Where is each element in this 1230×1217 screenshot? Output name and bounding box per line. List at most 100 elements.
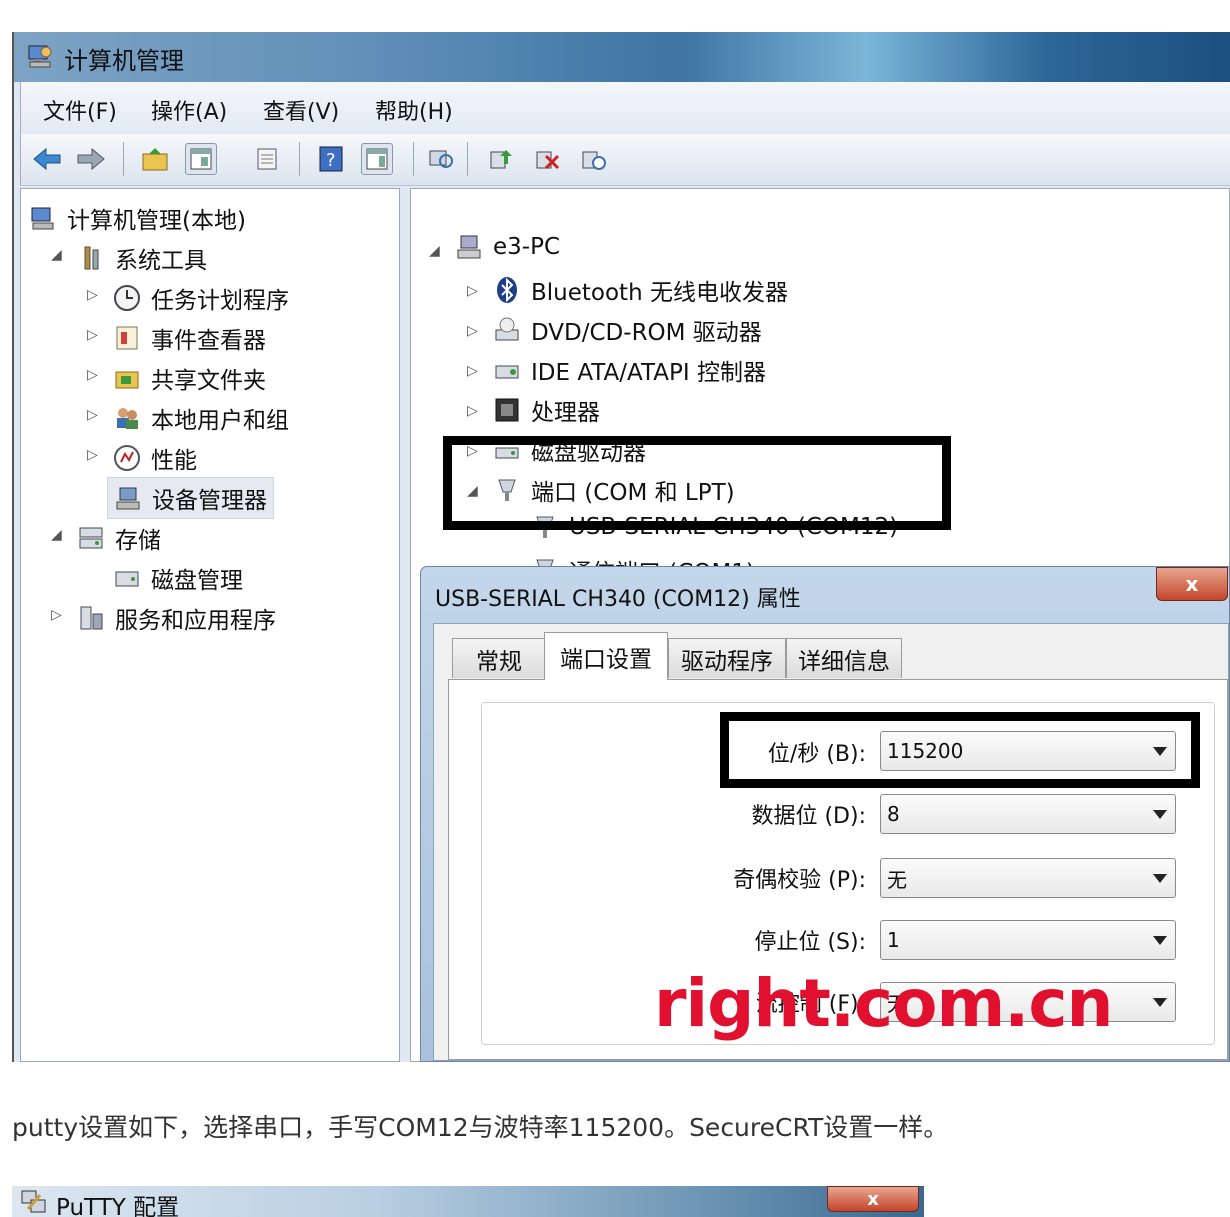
device-label: Bluetooth 无线电收发器 (531, 280, 788, 306)
tab-general[interactable]: 常规 (452, 638, 546, 678)
menu-help[interactable]: 帮助(H) (375, 94, 453, 126)
tree-label: 性能 (151, 448, 197, 474)
tab-details[interactable]: 详细信息 (786, 638, 902, 678)
computer-management-icon (28, 45, 52, 68)
users-icon (117, 408, 138, 429)
expanded-arrow-icon[interactable]: ◢ (429, 243, 440, 259)
collapsed-arrow-icon[interactable]: ▷ (467, 283, 478, 299)
stop-bits-value: 1 (887, 928, 900, 952)
tree-system-tools[interactable]: 系统工具 (77, 241, 207, 275)
data-bits-value: 8 (887, 802, 900, 826)
event-log-icon (116, 326, 138, 350)
collapsed-arrow-icon[interactable]: ▷ (87, 287, 98, 303)
uninstall-device-icon[interactable] (531, 143, 563, 175)
tab-driver[interactable]: 驱动程序 (668, 638, 786, 678)
clock-icon (114, 285, 140, 311)
parity-select[interactable]: 无 (880, 858, 1176, 898)
device-ide[interactable]: IDE ATA/ATAPI 控制器 (493, 353, 766, 387)
computer-icon (457, 235, 481, 259)
help-icon[interactable]: ? (315, 143, 347, 175)
baud-highlight-box (720, 712, 1200, 788)
device-bluetooth[interactable]: Bluetooth 无线电收发器 (493, 273, 788, 307)
dvd-drive-icon (495, 317, 519, 341)
show-tree-icon[interactable] (185, 143, 217, 175)
tree-label: 设备管理器 (152, 488, 267, 514)
tree-device-manager[interactable]: 设备管理器 (107, 477, 274, 519)
forward-arrow-icon[interactable] (75, 143, 107, 175)
collapsed-arrow-icon[interactable]: ▷ (467, 403, 478, 419)
toolbar: ? (20, 134, 1230, 186)
tree-label: 本地用户和组 (151, 408, 289, 434)
menu-action[interactable]: 操作(A) (151, 94, 227, 126)
tree-event-viewer[interactable]: 事件查看器 (113, 321, 266, 355)
putty-window-titlebar: PuTTY 配置 x (12, 1186, 924, 1217)
tree-performance[interactable]: 性能 (113, 441, 197, 475)
console-tree: 计算机管理(本地) ◢ 系统工具 ▷ 任务计划程序 ▷ 事件查看器 ▷ 共享文件… (20, 188, 400, 1062)
tree-label: 系统工具 (115, 248, 207, 274)
device-cpu[interactable]: 处理器 (493, 393, 600, 427)
data-bits-label: 数据位 (D): (751, 804, 866, 829)
device-dvd[interactable]: DVD/CD-ROM 驱动器 (493, 313, 762, 347)
tree-label: 存储 (115, 528, 161, 554)
services-icon (80, 606, 103, 630)
parity-value: 无 (887, 867, 907, 892)
device-label: 处理器 (531, 400, 600, 426)
back-arrow-icon[interactable] (31, 143, 63, 175)
caption-text: putty设置如下，选择串口，手写COM12与波特率115200。SecureC… (12, 1113, 949, 1142)
bluetooth-icon (497, 277, 517, 303)
expanded-arrow-icon[interactable]: ◢ (51, 527, 62, 543)
ide-controller-icon (495, 365, 519, 379)
port-highlight-box (443, 436, 951, 530)
tools-icon (84, 246, 99, 270)
watermark: right.com.cn (654, 965, 1113, 1042)
dropdown-arrow-icon (1153, 810, 1167, 819)
collapsed-arrow-icon[interactable]: ▷ (87, 447, 98, 463)
dialog-title: USB-SERIAL CH340 (COM12) 属性 (435, 587, 801, 612)
svg-text:?: ? (326, 150, 336, 171)
stop-bits-select[interactable]: 1 (880, 920, 1176, 960)
dropdown-arrow-icon (1153, 936, 1167, 945)
tree-label: 服务和应用程序 (115, 608, 276, 634)
expanded-arrow-icon[interactable]: ◢ (51, 247, 62, 263)
tree-shared-folders[interactable]: 共享文件夹 (113, 361, 266, 395)
menu-file[interactable]: 文件(F) (43, 94, 117, 126)
tree-root[interactable]: 计算机管理(本地) (29, 201, 246, 235)
collapsed-arrow-icon[interactable]: ▷ (467, 323, 478, 339)
device-label: e3-PC (493, 234, 561, 260)
device-manager-icon (116, 487, 140, 510)
window-title: 计算机管理 (64, 47, 184, 75)
putty-close-button[interactable]: x (827, 1186, 919, 1212)
parity-label: 奇偶校验 (P): (733, 868, 866, 893)
title-bar: 计算机管理 (14, 32, 1230, 82)
collapsed-arrow-icon[interactable]: ▷ (87, 407, 98, 423)
tree-label: 事件查看器 (151, 328, 266, 354)
tree-storage[interactable]: 存储 (77, 521, 161, 555)
shared-folder-icon (115, 371, 139, 389)
menu-view[interactable]: 查看(V) (263, 94, 339, 126)
tree-root-label: 计算机管理(本地) (67, 208, 246, 234)
tree-services[interactable]: 服务和应用程序 (77, 601, 276, 635)
processor-icon (495, 398, 519, 422)
collapsed-arrow-icon[interactable]: ▷ (87, 367, 98, 383)
tree-task-scheduler[interactable]: 任务计划程序 (113, 281, 289, 315)
tree-disk-management[interactable]: 磁盘管理 (113, 561, 243, 595)
enable-device-icon[interactable] (577, 143, 609, 175)
collapsed-arrow-icon[interactable]: ▷ (467, 363, 478, 379)
close-button[interactable]: x (1156, 567, 1228, 601)
device-label: DVD/CD-ROM 驱动器 (531, 320, 762, 346)
scan-hardware-icon[interactable] (425, 143, 457, 175)
update-driver-icon[interactable] (485, 143, 517, 175)
action-pane-icon[interactable] (361, 143, 393, 175)
tree-label: 任务计划程序 (151, 288, 289, 314)
menu-bar: 文件(F) 操作(A) 查看(V) 帮助(H) (20, 82, 1230, 134)
up-folder-icon[interactable] (139, 143, 171, 175)
properties-icon[interactable] (251, 143, 283, 175)
storage-icon (79, 527, 103, 549)
tree-local-users[interactable]: 本地用户和组 (113, 401, 289, 435)
tab-port-settings[interactable]: 端口设置 (544, 632, 668, 680)
collapsed-arrow-icon[interactable]: ▷ (87, 327, 98, 343)
collapsed-arrow-icon[interactable]: ▷ (51, 607, 62, 623)
putty-icon (21, 1190, 46, 1213)
data-bits-select[interactable]: 8 (880, 794, 1176, 834)
device-pc[interactable]: e3-PC (455, 233, 560, 261)
